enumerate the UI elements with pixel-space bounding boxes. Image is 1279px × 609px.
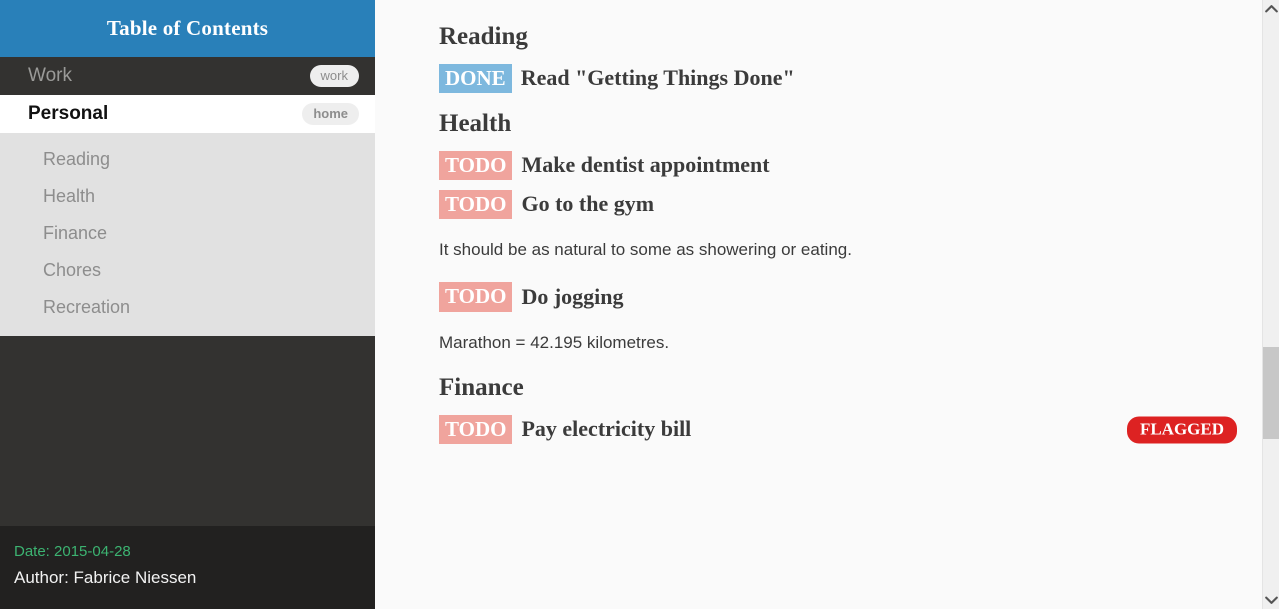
sidebar-subitem-label: Chores — [43, 260, 102, 280]
toc-header: Table of Contents — [0, 0, 375, 57]
sidebar-subitem-health[interactable]: Health — [0, 178, 375, 215]
scroll-down-button[interactable] — [1263, 592, 1279, 609]
task-title: Do jogging — [521, 283, 624, 309]
task-item[interactable]: TODO Go to the gym — [439, 188, 1239, 221]
section-heading: Health — [439, 110, 512, 137]
task-keyword-badge[interactable]: TODO — [439, 414, 513, 445]
paragraph: It should be as natural to some as showe… — [439, 240, 852, 259]
scrollbar-thumb[interactable] — [1262, 347, 1279, 439]
task-title: Go to the gym — [521, 191, 655, 217]
toc-top-level-list: Work work Personal home — [0, 57, 375, 133]
sidebar-subitem-finance[interactable]: Finance — [0, 215, 375, 252]
document-content: Reading DONE Read "Getting Things Done" Hea… — [375, 0, 1279, 609]
table-of-contents-sidebar: Table of Contents Work work Personal home R… — [0, 0, 375, 609]
sidebar-subitem-recreation[interactable]: Recreation — [0, 289, 375, 326]
task-keyword-badge[interactable]: TODO — [439, 189, 513, 220]
sidebar-subitem-chores[interactable]: Chores — [0, 252, 375, 289]
task-keyword-badge[interactable]: TODO — [439, 150, 513, 181]
task-keyword-badge[interactable]: DONE — [439, 63, 512, 94]
toc-header-title: Table of Contents — [106, 16, 269, 40]
sidebar-item-tag[interactable]: home — [302, 103, 359, 125]
scrollbar-track[interactable] — [1262, 17, 1279, 592]
section-heading: Reading — [439, 23, 528, 50]
task-item[interactable]: TODO Do jogging — [439, 281, 1239, 314]
sidebar-subitem-label: Reading — [43, 149, 111, 169]
sidebar-subitem-label: Health — [43, 186, 96, 206]
task-tag-flagged[interactable]: FLAGGED — [1126, 415, 1237, 444]
sidebar-subitem-reading[interactable]: Reading — [0, 141, 375, 178]
sidebar-subitem-label: Recreation — [43, 297, 131, 317]
vertical-scrollbar[interactable] — [1262, 0, 1279, 609]
sidebar-item-label: Personal — [28, 103, 109, 124]
task-title: Make dentist appointment — [521, 152, 770, 178]
sidebar-item-personal[interactable]: Personal home — [0, 95, 375, 133]
app-root: Table of Contents Work work Personal home R… — [0, 0, 1279, 609]
sidebar-subitem-label: Finance — [43, 223, 108, 243]
section-heading: Finance — [439, 374, 524, 401]
toc-sub-list: Reading Health Finance Chores Recreation — [0, 133, 375, 336]
task-item[interactable]: TODO Pay electricity bill FLAGGED — [439, 413, 1239, 446]
scroll-up-button[interactable] — [1263, 0, 1279, 17]
task-item[interactable]: TODO Make dentist appointment — [439, 149, 1239, 182]
task-keyword-badge[interactable]: TODO — [439, 282, 513, 312]
document-date: Date: 2015-04-28 — [14, 543, 131, 560]
sidebar-footer: Date: 2015-04-28 Author: Fabrice Niessen — [0, 526, 375, 609]
sidebar-item-tag[interactable]: work — [309, 65, 359, 87]
paragraph: Marathon = 42.195 kilometres. — [439, 332, 670, 352]
sidebar-item-label: Work — [28, 65, 72, 86]
task-item[interactable]: DONE Read "Getting Things Done" — [439, 62, 1239, 95]
sidebar-item-work[interactable]: Work work — [0, 57, 375, 95]
task-title: Pay electricity bill — [521, 416, 692, 442]
document-author: Author: Fabrice Niessen — [14, 568, 197, 587]
sidebar-filler — [0, 336, 375, 526]
task-title: Read "Getting Things Done" — [520, 65, 795, 91]
